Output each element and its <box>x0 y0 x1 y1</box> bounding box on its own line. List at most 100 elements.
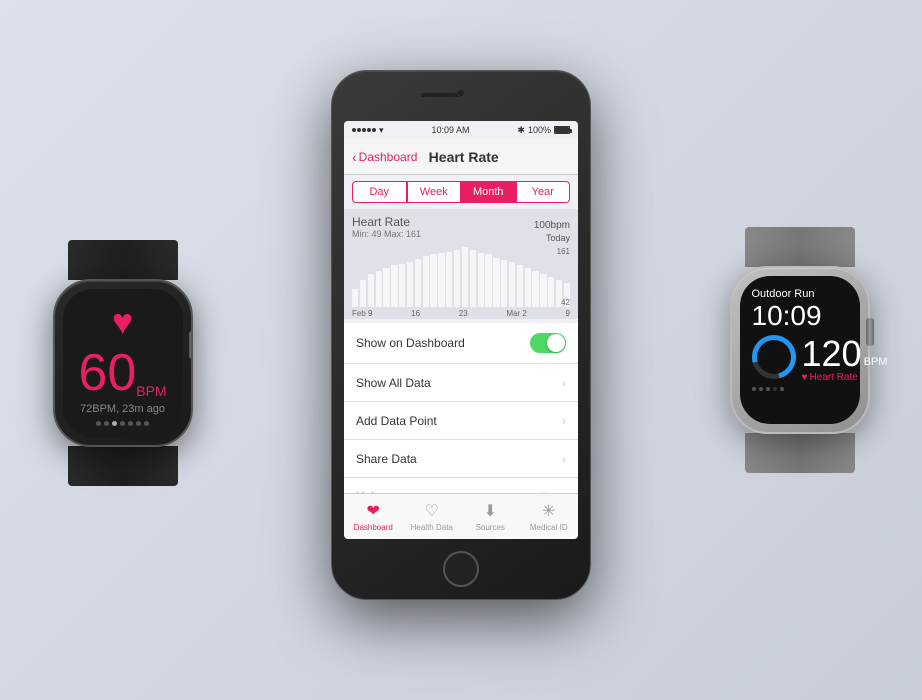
back-arrow-icon: ‹ <box>352 149 357 165</box>
time-tabs: Day Week Month Year <box>344 175 578 209</box>
sources-tab-label: Sources <box>476 523 505 532</box>
dashboard-icon: ❤ <box>367 501 380 521</box>
right-dot-1 <box>752 387 756 391</box>
iphone-camera <box>457 89 465 97</box>
watch-right-bpm-block: 120 BPM ♥ Heart Rate <box>802 334 888 383</box>
bar-13 <box>446 252 452 307</box>
bar-17 <box>478 253 484 307</box>
right-dot-3 <box>766 387 770 391</box>
bar-5 <box>383 268 389 307</box>
chart-unit: bpm <box>551 220 570 231</box>
watch-page-dots-right <box>752 387 784 391</box>
bar-19 <box>493 258 499 307</box>
tab-week[interactable]: Week <box>407 181 462 203</box>
watch-activity-title: Outdoor Run <box>752 288 815 300</box>
watch-right-bpm-row: 120 BPM <box>802 336 888 372</box>
sources-icon: ⬇ <box>484 501 497 521</box>
chart-title: Heart Rate <box>352 215 421 229</box>
chart-value: 100bpm Today <box>534 215 570 243</box>
watch-screen-right: Outdoor Run 10:09 120 BPM ♥ Heart Rate <box>740 276 860 424</box>
bar-7 <box>399 264 405 307</box>
right-dot-2 <box>759 387 763 391</box>
chart-bpm-value: 100bpm <box>534 215 570 233</box>
bar-21 <box>509 262 515 307</box>
bar-3 <box>368 274 374 307</box>
chevron-icon-2: › <box>562 414 566 428</box>
right-dot-5 <box>780 387 784 391</box>
status-right: ✱ 100% <box>517 125 570 136</box>
back-label: Dashboard <box>359 150 418 164</box>
watch-bpm-number: 60 <box>78 347 136 399</box>
dot-1 <box>96 421 101 426</box>
list-item-share-data[interactable]: Share Data › <box>344 440 578 478</box>
dashboard-tab-label: Dashboard <box>354 523 393 532</box>
tab-day[interactable]: Day <box>352 181 407 203</box>
health-data-tab-label: Health Data <box>411 523 453 532</box>
tab-year[interactable]: Year <box>516 181 571 203</box>
dot-4 <box>120 421 125 426</box>
iphone-vol-up[interactable] <box>331 171 332 199</box>
tab-dashboard[interactable]: ❤ Dashboard <box>344 501 403 532</box>
heart-icon-left: ♥ <box>112 301 133 343</box>
dot-3 <box>112 421 117 426</box>
chart-container: 161 42 Feb 9 16 23 Mar 2 9 <box>352 247 570 318</box>
dot-2 <box>104 421 109 426</box>
dot-5 <box>128 421 133 426</box>
tab-health-data[interactable]: ♡ Health Data <box>403 501 462 532</box>
tab-sources[interactable]: ⬇ Sources <box>461 501 520 532</box>
watch-hr-label-row: ♥ Heart Rate <box>802 372 888 383</box>
watch-crown-right <box>866 318 874 346</box>
iphone-vol-down[interactable] <box>331 209 332 237</box>
iphone-screen: ▾ 10:09 AM ✱ 100% ‹ Dashboard <box>344 121 578 539</box>
signal-dot-3 <box>362 128 366 132</box>
iphone-side-button[interactable] <box>590 191 591 241</box>
dot-7 <box>144 421 149 426</box>
chart-date-4: Mar 2 <box>506 309 526 318</box>
watch-band-bottom-left <box>68 446 178 486</box>
share-data-label: Share Data <box>356 452 417 466</box>
ring-progress <box>743 326 803 386</box>
bar-4 <box>376 271 382 307</box>
status-signal: ▾ <box>352 125 384 136</box>
dot-6 <box>136 421 141 426</box>
bar-8 <box>407 262 413 307</box>
health-data-icon: ♡ <box>425 501 439 521</box>
heart-icon-right: ♥ <box>802 372 808 383</box>
watch-bpm-display: 60 BPM <box>78 347 166 399</box>
add-data-label: Add Data Point <box>356 414 437 428</box>
iphone-container: ▾ 10:09 AM ✱ 100% ‹ Dashboard <box>331 70 591 630</box>
iphone-body: ▾ 10:09 AM ✱ 100% ‹ Dashboard <box>331 70 591 600</box>
medical-id-icon: ✳ <box>542 501 555 521</box>
tab-month[interactable]: Month <box>461 181 516 203</box>
bar-14 <box>454 250 460 307</box>
status-time: 10:09 AM <box>431 125 469 135</box>
tab-medical-id[interactable]: ✳ Medical ID <box>520 501 579 532</box>
bar-9 <box>415 259 421 307</box>
list-item-add-data[interactable]: Add Data Point › <box>344 402 578 440</box>
bar-12 <box>438 253 444 307</box>
show-dashboard-toggle[interactable] <box>530 333 566 353</box>
right-dot-4 <box>773 387 777 391</box>
show-dashboard-label: Show on Dashboard <box>356 336 465 350</box>
chart-min-label: 42 <box>561 298 570 307</box>
list-item-show-dashboard[interactable]: Show on Dashboard <box>344 323 578 364</box>
chart-max-label: 161 <box>557 247 570 256</box>
bar-26 <box>548 277 554 307</box>
iphone-speaker <box>421 93 461 97</box>
watch-crown-left <box>189 331 193 359</box>
medical-id-tab-label: Medical ID <box>530 523 568 532</box>
bar-23 <box>525 268 531 307</box>
back-button[interactable]: ‹ Dashboard <box>352 149 417 165</box>
home-button[interactable] <box>443 551 479 587</box>
battery-icon <box>554 126 570 134</box>
chart-header: Heart Rate Min: 49 Max: 161 100bpm Today <box>352 215 570 243</box>
list-item-show-all-data[interactable]: Show All Data › <box>344 364 578 402</box>
signal-dot-1 <box>352 128 356 132</box>
status-bar: ▾ 10:09 AM ✱ 100% <box>344 121 578 139</box>
bar-1 <box>352 289 358 307</box>
watch-band-top-right <box>745 227 855 267</box>
battery-level: 100% <box>528 125 551 135</box>
chart-date-2: 16 <box>411 309 420 318</box>
chart-date-5: 9 <box>566 309 570 318</box>
watch-right: Outdoor Run 10:09 120 BPM ♥ Heart Rate <box>707 227 892 473</box>
